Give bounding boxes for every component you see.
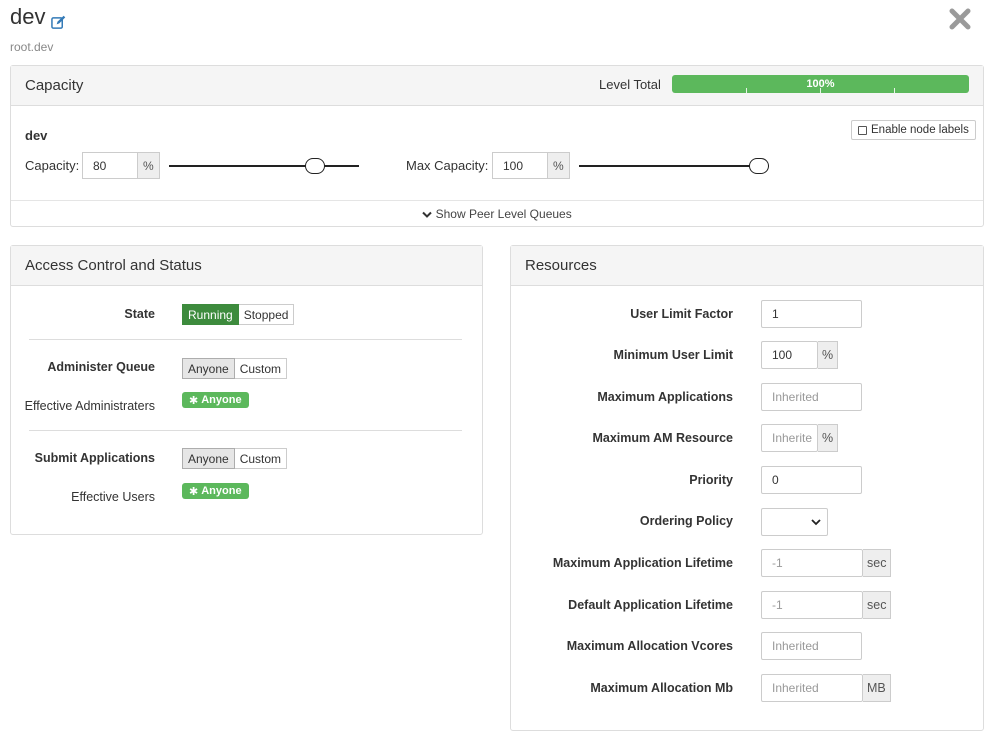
- user-limit-factor-control: 1: [761, 300, 862, 328]
- capacity-title: Capacity: [25, 77, 84, 94]
- divider: [29, 430, 462, 431]
- effective-users-badge: ✱ Anyone: [182, 483, 249, 499]
- effective-admins-value: Anyone: [201, 394, 242, 406]
- maximum-application-lifetime-unit: sec: [863, 549, 892, 577]
- capacity-slider[interactable]: [169, 158, 359, 174]
- maximum-am-resource-label: Maximum AM Resource: [592, 431, 733, 445]
- show-peer-queues-link[interactable]: Show Peer Level Queues: [11, 200, 983, 226]
- minimum-user-limit-unit: %: [818, 341, 839, 369]
- maximum-allocation-vcores-label: Maximum Allocation Vcores: [566, 639, 733, 653]
- state-running-button[interactable]: Running: [182, 304, 239, 325]
- effective-admins-badge: ✱ Anyone: [182, 392, 249, 408]
- effective-users-label: Effective Users: [71, 490, 155, 504]
- administer-custom-button[interactable]: Custom: [234, 358, 288, 379]
- maximum-application-lifetime-control: -1 sec: [761, 549, 892, 577]
- submit-anyone-button[interactable]: Anyone: [182, 448, 235, 469]
- maximum-allocation-mb-input[interactable]: Inherited: [761, 674, 863, 702]
- access-title: Access Control and Status: [25, 257, 202, 274]
- asterisk-icon: ✱: [189, 394, 199, 407]
- maximum-applications-label: Maximum Applications: [597, 390, 733, 404]
- default-application-lifetime-label: Default Application Lifetime: [568, 598, 733, 612]
- capacity-input-group: 80 %: [82, 152, 160, 179]
- access-control-panel: Access Control and Status State Running …: [10, 245, 483, 535]
- default-application-lifetime-unit: sec: [863, 591, 892, 619]
- priority-control: 0: [761, 466, 862, 494]
- maximum-allocation-mb-unit: MB: [863, 674, 891, 702]
- queue-title: dev: [10, 4, 66, 30]
- enable-node-labels-button[interactable]: Enable node labels: [851, 120, 976, 140]
- show-peer-label: Show Peer Level Queues: [435, 207, 572, 221]
- checkbox-icon: [858, 125, 867, 135]
- enable-node-labels-label: Enable node labels: [871, 124, 969, 136]
- state-label: State: [124, 307, 155, 321]
- ordering-policy-control: [761, 508, 828, 536]
- chevron-down-icon: [811, 518, 821, 525]
- max-capacity-input[interactable]: 100: [492, 152, 548, 179]
- level-total-progress: 100%: [672, 75, 969, 93]
- capacity-input[interactable]: 80: [82, 152, 138, 179]
- slider-track: [579, 165, 769, 167]
- administer-anyone-button[interactable]: Anyone: [182, 358, 235, 379]
- max-capacity-label: Max Capacity:: [406, 158, 489, 173]
- close-icon[interactable]: [949, 8, 971, 30]
- submit-applications-label: Submit Applications: [34, 451, 155, 465]
- resources-panel: Resources User Limit Factor 1 Minimum Us…: [510, 245, 984, 731]
- resources-title: Resources: [525, 257, 597, 274]
- maximum-am-resource-control: Inherite %: [761, 424, 839, 452]
- queue-name: dev: [10, 4, 46, 29]
- capacity-panel: Capacity Level Total 100% dev Enable nod…: [10, 65, 984, 227]
- maximum-am-resource-input[interactable]: Inherite: [761, 424, 818, 452]
- max-capacity-unit: %: [548, 152, 570, 179]
- queue-path: root.dev: [10, 40, 54, 54]
- capacity-label: Capacity:: [25, 158, 80, 173]
- capacity-queue-name: dev: [25, 128, 48, 143]
- state-stopped-button[interactable]: Stopped: [238, 304, 295, 325]
- access-panel-header: Access Control and Status: [11, 246, 482, 286]
- default-application-lifetime-input[interactable]: -1: [761, 591, 863, 619]
- maximum-applications-input[interactable]: Inherited: [761, 383, 862, 411]
- minimum-user-limit-label: Minimum User Limit: [613, 348, 733, 362]
- capacity-unit: %: [138, 152, 160, 179]
- ordering-policy-select[interactable]: [761, 508, 828, 536]
- progress-tick: [820, 88, 821, 93]
- maximum-allocation-mb-label: Maximum Allocation Mb: [590, 681, 733, 695]
- effective-admins-label: Effective Administraters: [24, 399, 155, 413]
- edit-icon[interactable]: [51, 10, 66, 29]
- user-limit-factor-input[interactable]: 1: [761, 300, 862, 328]
- max-capacity-input-group: 100 %: [492, 152, 570, 179]
- ordering-policy-label: Ordering Policy: [639, 514, 733, 528]
- maximum-allocation-vcores-control: Inherited: [761, 632, 862, 660]
- maximum-allocation-vcores-input[interactable]: Inherited: [761, 632, 862, 660]
- slider-track: [169, 165, 359, 167]
- priority-input[interactable]: 0: [761, 466, 862, 494]
- default-application-lifetime-control: -1 sec: [761, 591, 892, 619]
- max-capacity-slider[interactable]: [579, 158, 769, 174]
- capacity-body: dev Enable node labels Capacity: 80 % Ma…: [11, 106, 983, 201]
- maximum-application-lifetime-label: Maximum Application Lifetime: [552, 556, 733, 570]
- capacity-panel-header: Capacity Level Total 100%: [11, 66, 983, 106]
- max-capacity-slider-thumb[interactable]: [749, 158, 769, 174]
- maximum-applications-control: Inherited: [761, 383, 862, 411]
- progress-tick: [746, 88, 747, 93]
- minimum-user-limit-input[interactable]: 100: [761, 341, 818, 369]
- chevron-down-icon: [422, 211, 432, 218]
- administer-toggle: Anyone Custom: [182, 358, 288, 379]
- level-total-label: Level Total: [599, 77, 661, 92]
- maximum-allocation-mb-control: Inherited MB: [761, 674, 891, 702]
- divider: [29, 339, 462, 340]
- maximum-application-lifetime-input[interactable]: -1: [761, 549, 863, 577]
- submit-toggle: Anyone Custom: [182, 448, 288, 469]
- user-limit-factor-label: User Limit Factor: [630, 307, 733, 321]
- minimum-user-limit-control: 100 %: [761, 341, 839, 369]
- submit-custom-button[interactable]: Custom: [234, 448, 288, 469]
- effective-users-value: Anyone: [201, 485, 242, 497]
- resources-panel-header: Resources: [511, 246, 983, 286]
- capacity-slider-thumb[interactable]: [305, 158, 325, 174]
- asterisk-icon: ✱: [189, 485, 199, 498]
- administer-queue-label: Administer Queue: [47, 360, 155, 374]
- progress-tick: [894, 88, 895, 93]
- maximum-am-resource-unit: %: [818, 424, 839, 452]
- state-toggle: Running Stopped: [182, 304, 295, 325]
- priority-label: Priority: [689, 473, 733, 487]
